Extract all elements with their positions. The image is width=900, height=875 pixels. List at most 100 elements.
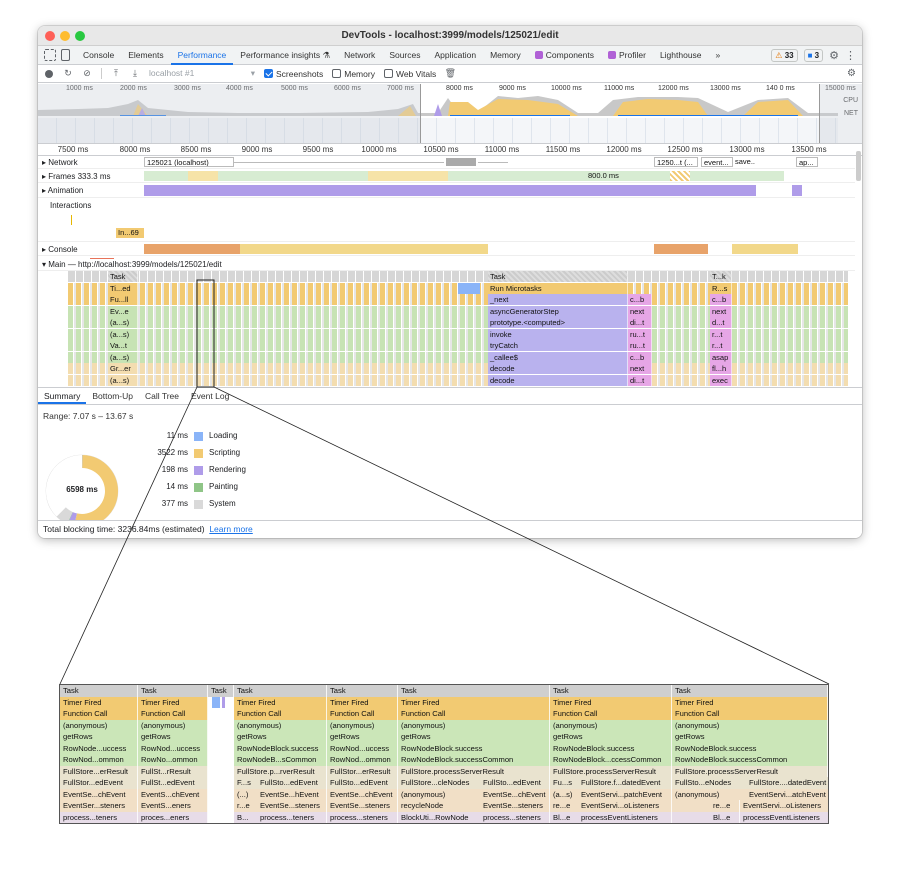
capture-settings-gear-icon[interactable]: ⚙: [847, 68, 856, 79]
flame-entry[interactable]: next: [628, 363, 652, 374]
tab-performance-insights[interactable]: Performance insights ⚗: [233, 46, 337, 65]
device-toolbar-icon[interactable]: [61, 49, 70, 61]
console-track[interactable]: ▸ Console: [38, 242, 855, 256]
network-request[interactable]: 1250...t (...: [654, 157, 698, 167]
tab-profiler[interactable]: Profiler: [601, 46, 653, 65]
zoom-flame-entry: proces...eners: [138, 811, 208, 823]
flame-entry[interactable]: decode: [488, 363, 628, 374]
frame-label[interactable]: 800.0 ms: [586, 171, 646, 181]
messages-badge[interactable]: ■ 3: [803, 49, 824, 62]
timeline-tracks[interactable]: ▸ Network 125021 (localhost) 1250...t (.…: [38, 156, 855, 259]
flame-entry[interactable]: invoke: [488, 328, 628, 340]
flame-entry[interactable]: Task: [108, 271, 138, 282]
close-window-button[interactable]: [45, 31, 55, 41]
web-vitals-checkbox[interactable]: Web Vitals: [383, 69, 436, 79]
reload-record-button[interactable]: ↻: [63, 68, 73, 79]
flame-entry[interactable]: next: [710, 305, 732, 317]
flame-entry[interactable]: (a...s): [108, 351, 138, 363]
timeline-overview[interactable]: 1000 ms 2000 ms 3000 ms 4000 ms 5000 ms 6000 …: [38, 84, 862, 144]
learn-more-link[interactable]: Learn more: [209, 524, 252, 534]
tab-call-tree[interactable]: Call Tree: [139, 388, 185, 404]
network-request[interactable]: 125021 (localhost): [144, 157, 234, 167]
flame-entry[interactable]: Ev...e: [108, 305, 138, 317]
network-request[interactable]: ap...: [796, 157, 818, 167]
interactions-track[interactable]: Interactions In...69: [38, 198, 855, 242]
record-button[interactable]: [44, 69, 54, 79]
flame-entry[interactable]: Gr...er: [108, 363, 138, 374]
target-select[interactable]: localhost #1 ▾: [149, 68, 255, 79]
flame-entry[interactable]: c...b: [628, 351, 652, 363]
frames-track-label[interactable]: ▸ Frames 333.3 ms: [42, 172, 111, 181]
flame-entry[interactable]: Ti...ed: [108, 282, 138, 294]
flame-entry[interactable]: tryCatch: [488, 340, 628, 351]
flame-entry[interactable]: ru...t: [628, 328, 652, 340]
trash-icon[interactable]: 🗑: [445, 68, 456, 79]
tab-lighthouse[interactable]: Lighthouse: [653, 46, 709, 65]
flame-entry[interactable]: c...b: [628, 294, 652, 305]
flame-entry[interactable]: c...b: [710, 294, 732, 305]
tab-memory[interactable]: Memory: [483, 46, 528, 65]
flame-entry[interactable]: T...k: [710, 271, 732, 282]
flame-entry[interactable]: asap: [710, 351, 732, 363]
flame-entry[interactable]: exec: [710, 374, 732, 386]
flame-entry[interactable]: asyncGeneratorStep: [488, 305, 628, 317]
flame-entry[interactable]: Fu...ll: [108, 294, 138, 305]
tab-bottom-up[interactable]: Bottom-Up: [86, 388, 139, 404]
flame-entry[interactable]: _callee$: [488, 351, 628, 363]
overview-selection-window[interactable]: [420, 84, 820, 143]
settings-gear-icon[interactable]: ⚙: [829, 49, 839, 62]
screenshots-checkbox[interactable]: Screenshots: [264, 69, 323, 79]
interaction-item[interactable]: In...69: [116, 228, 144, 238]
tab-application[interactable]: Application: [428, 46, 484, 65]
memory-checkbox[interactable]: Memory: [332, 69, 375, 79]
flame-entry[interactable]: (a...s): [108, 374, 138, 386]
flame-entry[interactable]: di...t: [628, 374, 652, 386]
flame-entry[interactable]: r...t: [710, 340, 732, 351]
main-flame-chart[interactable]: Task Task T...k Ti...ed Run Microtasks R...s F…: [38, 271, 855, 387]
tab-console[interactable]: Console: [76, 46, 121, 65]
flame-entry[interactable]: d...t: [710, 317, 732, 328]
checkbox-checked-icon: [264, 69, 273, 78]
main-thread-header[interactable]: ▾ Main — http://localhost:3999/models/12…: [38, 259, 855, 271]
console-track-label[interactable]: ▸ Console: [42, 245, 78, 254]
kebab-menu-icon[interactable]: ⋮: [845, 49, 856, 62]
network-request[interactable]: save...: [733, 157, 755, 167]
animation-track-label[interactable]: ▸ Animation: [42, 186, 84, 195]
flame-entry[interactable]: Task: [488, 271, 628, 282]
flame-entry[interactable]: fl...h: [710, 363, 732, 374]
upload-icon[interactable]: ⤒: [111, 68, 121, 79]
minimize-window-button[interactable]: [60, 31, 70, 41]
frames-track[interactable]: ▸ Frames 333.3 ms 800.0 ms: [38, 169, 855, 183]
download-icon[interactable]: ⤓: [130, 68, 140, 79]
more-tabs-button[interactable]: »: [709, 46, 728, 65]
tab-summary[interactable]: Summary: [38, 388, 87, 404]
flame-entry[interactable]: _next: [488, 294, 628, 305]
flame-scrollbar[interactable]: [856, 151, 861, 181]
warnings-badge[interactable]: ⚠ 33: [771, 49, 798, 62]
flame-entry[interactable]: (a...s): [108, 317, 138, 328]
tab-network[interactable]: Network: [337, 46, 382, 65]
flame-entry[interactable]: (a...s): [108, 328, 138, 340]
flame-entry[interactable]: R...s: [710, 282, 732, 294]
flame-entry[interactable]: decode: [488, 374, 628, 386]
flame-entry[interactable]: ru...t: [628, 340, 652, 351]
maximize-window-button[interactable]: [75, 31, 85, 41]
zoom-flame-entry: FullStore.processServerResult: [672, 765, 828, 777]
tab-elements[interactable]: Elements: [121, 46, 170, 65]
tab-event-log[interactable]: Event Log: [185, 388, 235, 404]
flame-entry[interactable]: prototype.<computed>: [488, 317, 628, 328]
network-request[interactable]: event...: [701, 157, 733, 167]
tab-sources[interactable]: Sources: [382, 46, 427, 65]
flame-entry[interactable]: di...t: [628, 317, 652, 328]
flame-entry[interactable]: next: [628, 305, 652, 317]
flame-entry[interactable]: r...t: [710, 328, 732, 340]
animation-track[interactable]: ▸ Animation: [38, 183, 855, 198]
tab-components[interactable]: Components: [528, 46, 601, 65]
flame-entry[interactable]: Run Microtasks: [488, 282, 628, 294]
flame-entry[interactable]: Va...t: [108, 340, 138, 351]
inspect-element-icon[interactable]: [44, 49, 56, 61]
tab-performance[interactable]: Performance: [170, 46, 234, 65]
network-track-label[interactable]: ▸ Network: [42, 158, 78, 167]
clear-button[interactable]: ⊘: [82, 68, 92, 79]
network-track[interactable]: ▸ Network 125021 (localhost) 1250...t (.…: [38, 156, 855, 169]
